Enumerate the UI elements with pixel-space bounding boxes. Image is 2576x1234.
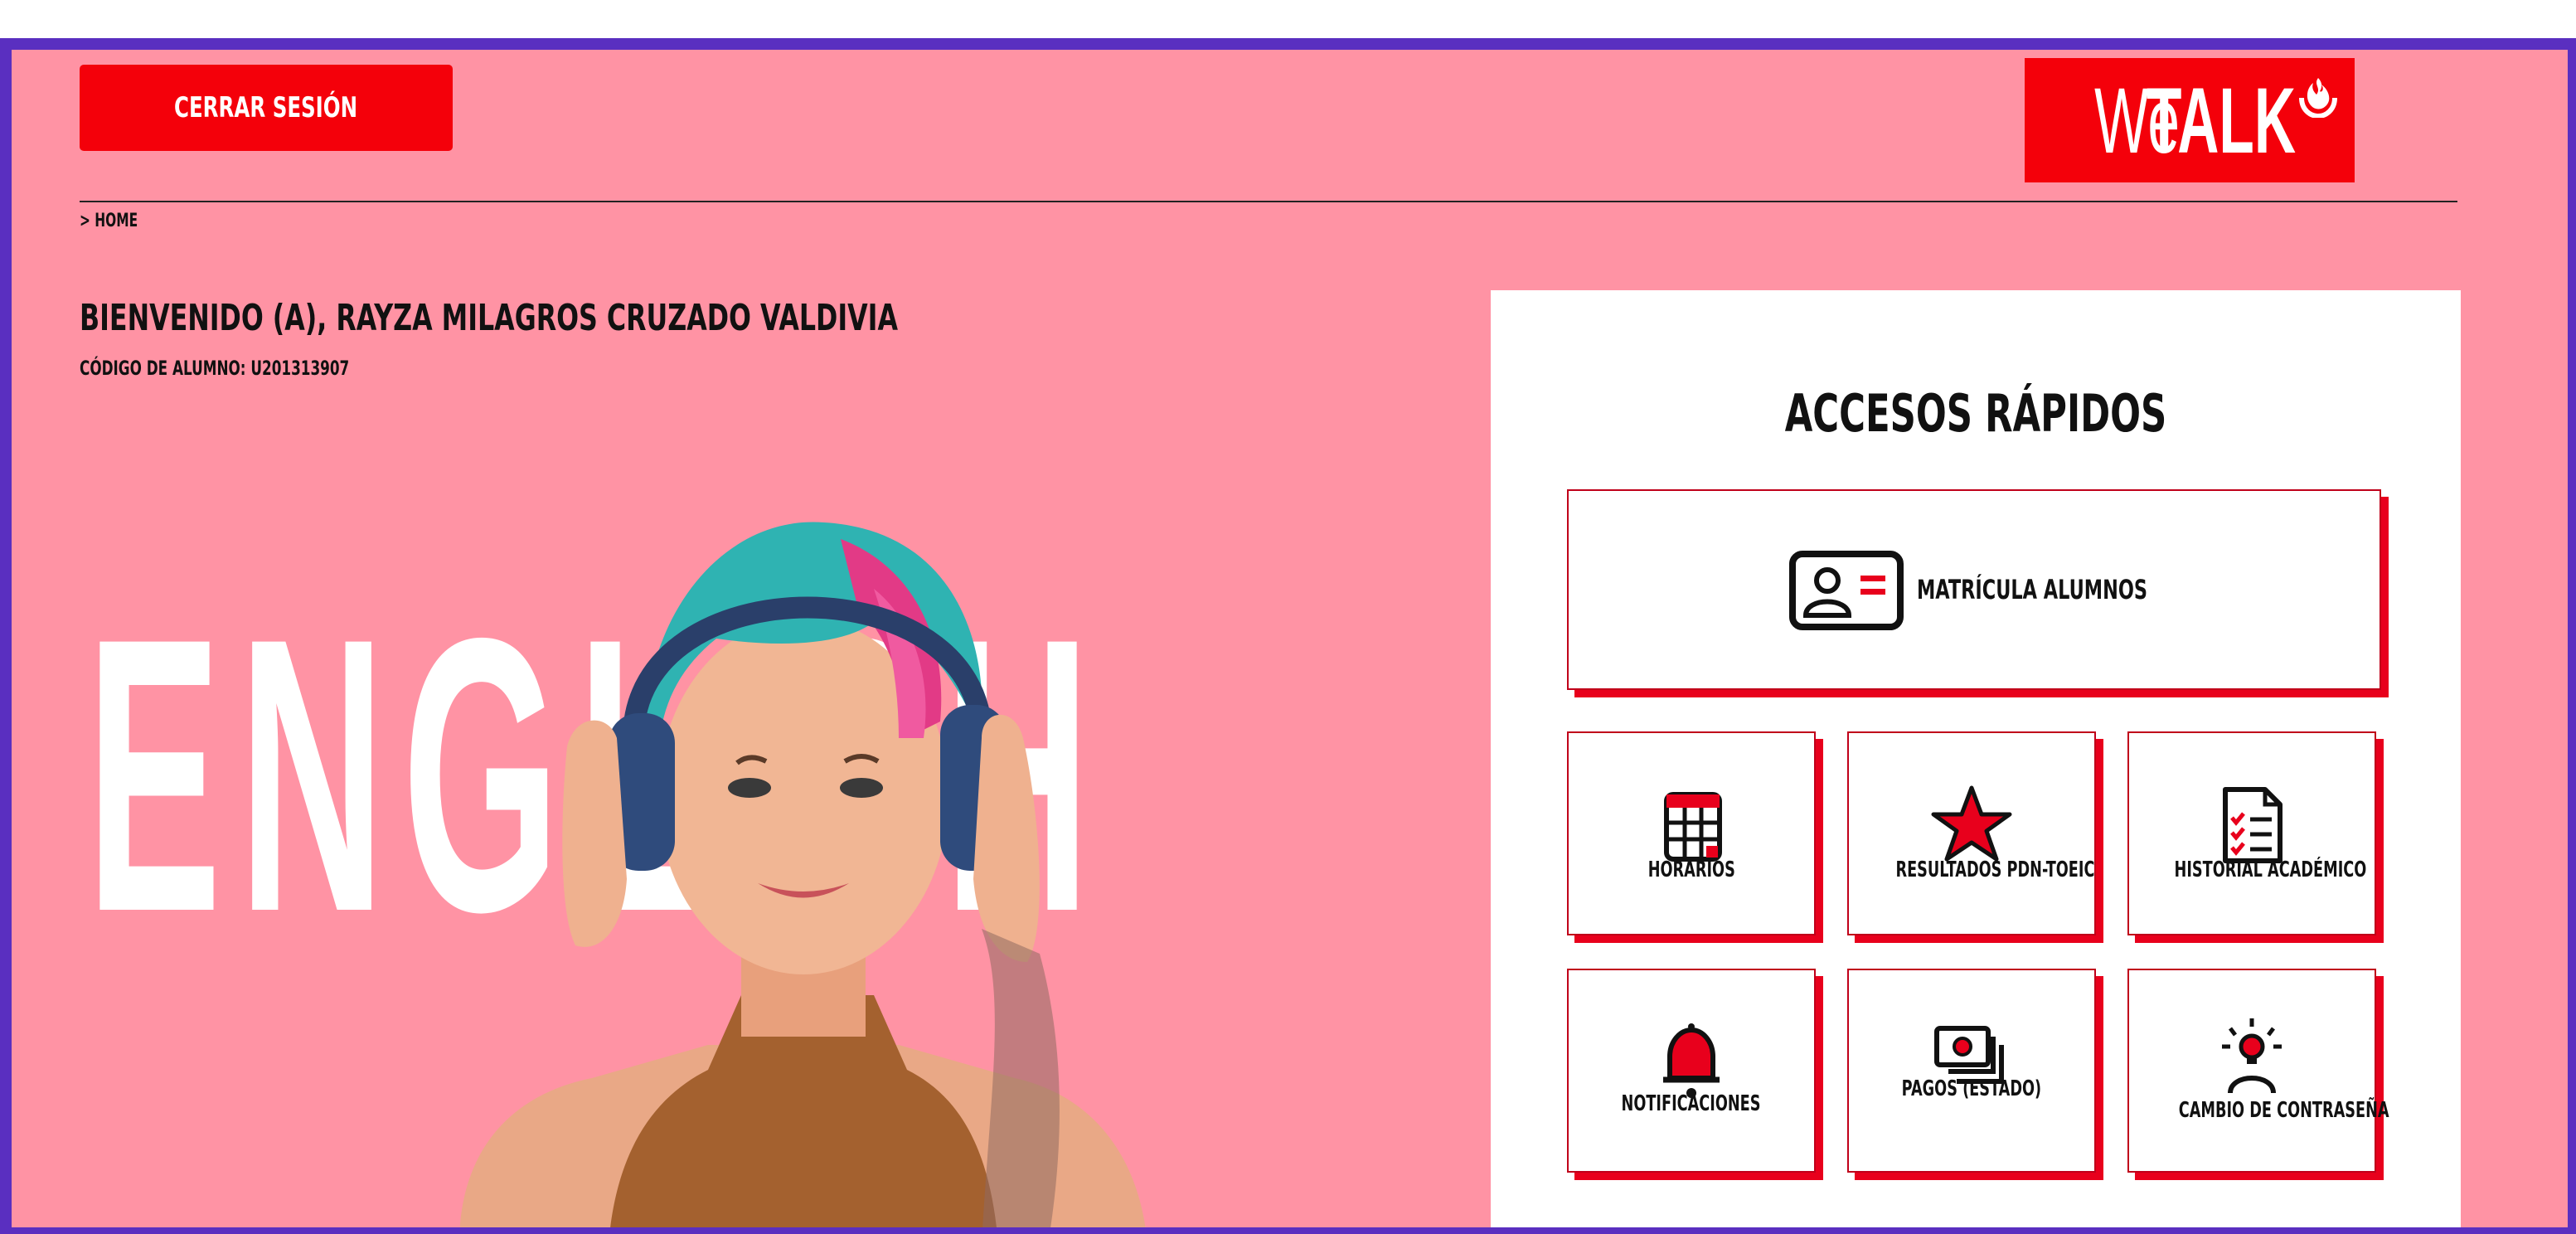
breadcrumb[interactable]: > HOME [80,211,138,231]
quick-access-title: ACCESOS RÁPIDOS [1784,383,2167,444]
quick-access-panel: ACCESOS RÁPIDOS MATRÍCULA ALUMNOS HORARI… [1491,290,2461,1227]
tile-pagos-estado[interactable]: PAGOS (ESTADO) [1847,969,2096,1173]
tile-historial-academico[interactable]: HISTORIAL ACADÉMICO [2127,731,2376,935]
calendar-icon [1664,792,1722,862]
tile-label: HISTORIAL ACADÉMICO [2174,857,2367,882]
tile-resultados-pdn-toeic[interactable]: RESULTADOS PDN-TOEIC [1847,731,2096,935]
wetalk-logo[interactable]: We TALK [2025,58,2355,182]
tile-horarios[interactable]: HORARIOS [1567,731,1816,935]
checklist-document-icon [2223,787,2283,863]
lightbulb-user-icon [2222,1018,2282,1094]
page: CERRAR SESIÓN We TALK > HOME BIENVENIDO (… [12,50,2568,1227]
tile-label: HORARIOS [1647,857,1735,882]
tile-label: MATRÍCULA ALUMNOS [1917,574,2147,605]
tile-notificaciones[interactable]: NOTIFICACIONES [1567,969,1816,1173]
tile-cambio-de-contrasena[interactable]: CAMBIO DE CONTRASEÑA [2127,969,2389,1173]
tile-label: PAGOS (ESTADO) [1901,1076,2042,1101]
logout-button[interactable]: CERRAR SESIÓN [80,65,453,151]
tile-label: RESULTADOS PDN-TOEIC [1895,857,2095,882]
header-divider [80,201,2457,202]
welcome-title: BIENVENIDO (A), RAYZA MILAGROS CRUZADO V… [80,297,898,339]
flame-logo-icon [2299,78,2337,118]
student-code: CÓDIGO DE ALUMNO: U201313907 [80,357,350,380]
hero-woman-with-headphones-image [459,522,1146,1227]
id-card-icon [1789,551,1904,630]
tile-matricula-alumnos[interactable]: MATRÍCULA ALUMNOS [1567,489,2381,690]
tile-label: CAMBIO DE CONTRASEÑA [2178,1098,2389,1123]
tile-label: NOTIFICACIONES [1622,1091,1761,1116]
star-icon [1931,785,2012,862]
